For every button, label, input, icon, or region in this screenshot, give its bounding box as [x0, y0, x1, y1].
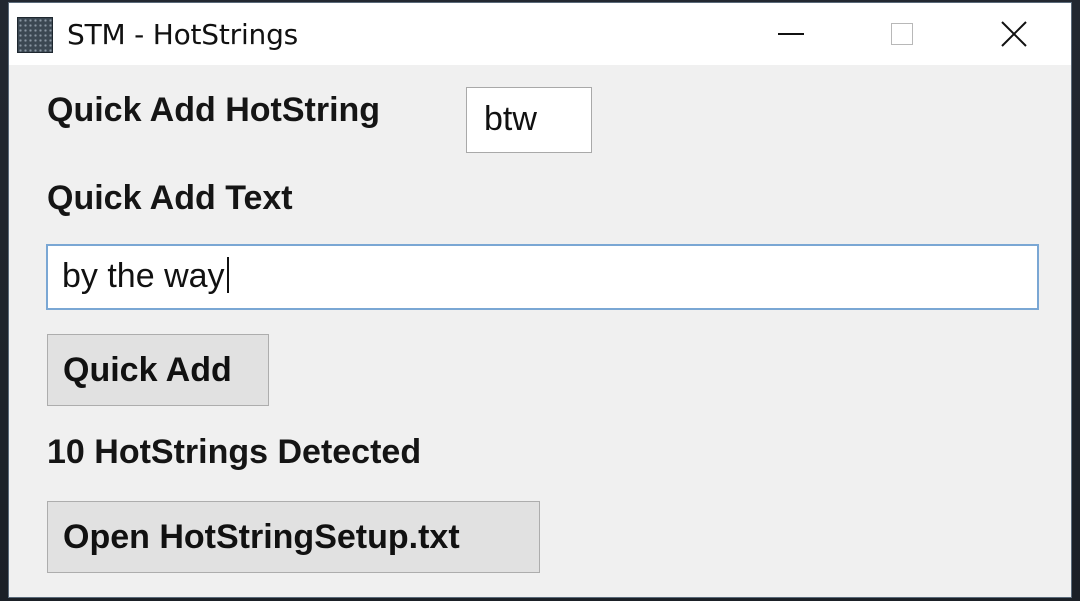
minimize-icon	[778, 33, 804, 35]
quick-add-button[interactable]: Quick Add	[47, 334, 269, 406]
desktop-background: STM - HotStrings Quick Add HotString btw…	[0, 0, 1080, 601]
text-label: Quick Add Text	[47, 179, 293, 217]
hotstrings-window: STM - HotStrings Quick Add HotString btw…	[8, 2, 1072, 598]
text-caret	[226, 257, 229, 293]
text-value: by the way	[62, 257, 225, 295]
close-button[interactable]	[959, 3, 1069, 65]
title-bar[interactable]: STM - HotStrings	[9, 3, 1071, 65]
hotstring-value: btw	[484, 100, 537, 138]
hotstrings-count-status: 10 HotStrings Detected	[47, 433, 422, 471]
minimize-button[interactable]	[736, 3, 846, 65]
maximize-icon	[891, 23, 913, 45]
hotstring-input[interactable]: btw	[466, 87, 592, 153]
app-icon	[17, 17, 53, 53]
close-icon	[1001, 21, 1027, 47]
maximize-button[interactable]	[847, 3, 957, 65]
hotstring-label: Quick Add HotString	[47, 91, 381, 129]
text-input[interactable]: by the way	[46, 244, 1039, 310]
open-setup-file-button[interactable]: Open HotStringSetup.txt	[47, 501, 540, 573]
window-title: STM - HotStrings	[67, 18, 299, 51]
